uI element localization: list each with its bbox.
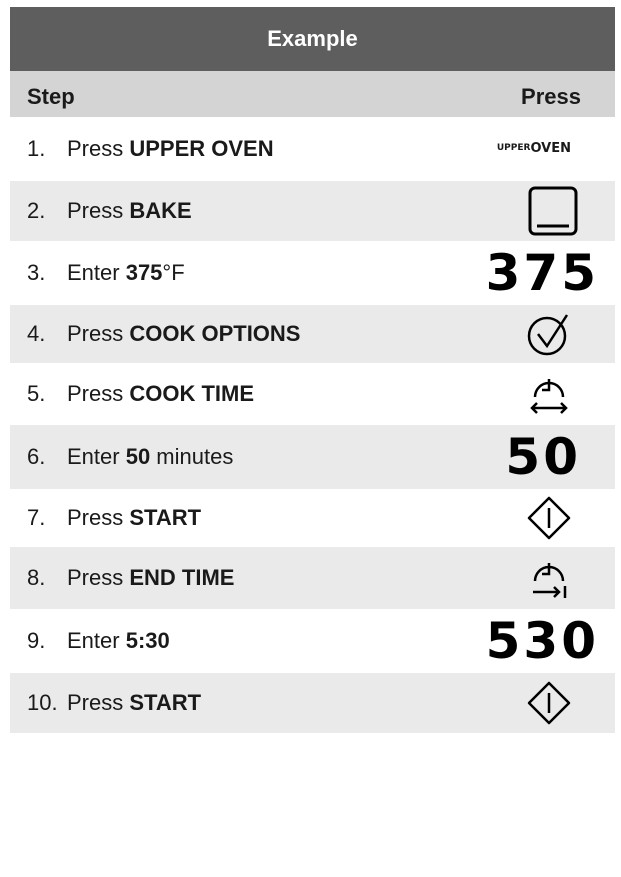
step-text: Press START xyxy=(67,690,202,715)
step-row-5: 5. Press COOK TIME xyxy=(10,363,615,425)
step-text: Press UPPER OVEN xyxy=(67,136,274,161)
header-step: Step xyxy=(27,84,75,109)
table-header: Step Press xyxy=(10,71,615,117)
clock-arrow-end-icon xyxy=(527,554,571,602)
step-text: Enter 50 minutes xyxy=(67,444,234,469)
step-number: 9. xyxy=(27,628,46,653)
step-number: 3. xyxy=(27,260,46,285)
table-title: Example xyxy=(10,7,615,71)
step-row-6: 6. Enter 50 minutes 50 xyxy=(10,425,615,489)
digits-530: 530 xyxy=(485,612,599,670)
step-number: 8. xyxy=(27,565,46,590)
step-text: Press COOK OPTIONS xyxy=(67,321,301,346)
step-row-1: 1. Press UPPER OVEN UPPER OVEN xyxy=(10,117,615,181)
title-text: Example xyxy=(267,26,358,51)
step-text: Press COOK TIME xyxy=(67,381,255,406)
step-row-7: 7. Press START xyxy=(10,489,615,547)
upper-oven-key: UPPER OVEN xyxy=(496,141,571,157)
step-row-4: 4. Press COOK OPTIONS xyxy=(10,305,615,363)
bake-icon xyxy=(528,186,578,236)
step-number: 5. xyxy=(27,381,46,406)
step-row-10: 10. Press START xyxy=(10,673,615,733)
step-row-8: 8. Press END TIME xyxy=(10,547,615,609)
check-circle-icon xyxy=(527,312,571,356)
step-number: 1. xyxy=(27,136,46,161)
step-text: Enter 5:30 xyxy=(67,628,170,653)
start-diamond-icon xyxy=(527,681,571,725)
step-text: Press BAKE xyxy=(67,198,192,223)
step-text: Press END TIME xyxy=(67,565,235,590)
step-row-2: 2. Press BAKE xyxy=(10,181,615,241)
clock-double-arrow-icon xyxy=(527,370,571,418)
step-number: 10. xyxy=(27,690,58,715)
step-text: Press START xyxy=(67,505,202,530)
step-number: 4. xyxy=(27,321,46,346)
step-number: 2. xyxy=(27,198,46,223)
step-number: 7. xyxy=(27,505,46,530)
start-diamond-icon xyxy=(527,496,571,540)
step-text: Enter 375°F xyxy=(67,260,185,285)
digits-50: 50 xyxy=(505,428,581,486)
step-number: 6. xyxy=(27,444,46,469)
digits-375: 375 xyxy=(485,244,599,302)
step-row-3: 3. Enter 375°F 375 xyxy=(10,241,615,305)
step-row-9: 9. Enter 5:30 530 xyxy=(10,609,615,673)
header-press: Press xyxy=(521,84,581,109)
